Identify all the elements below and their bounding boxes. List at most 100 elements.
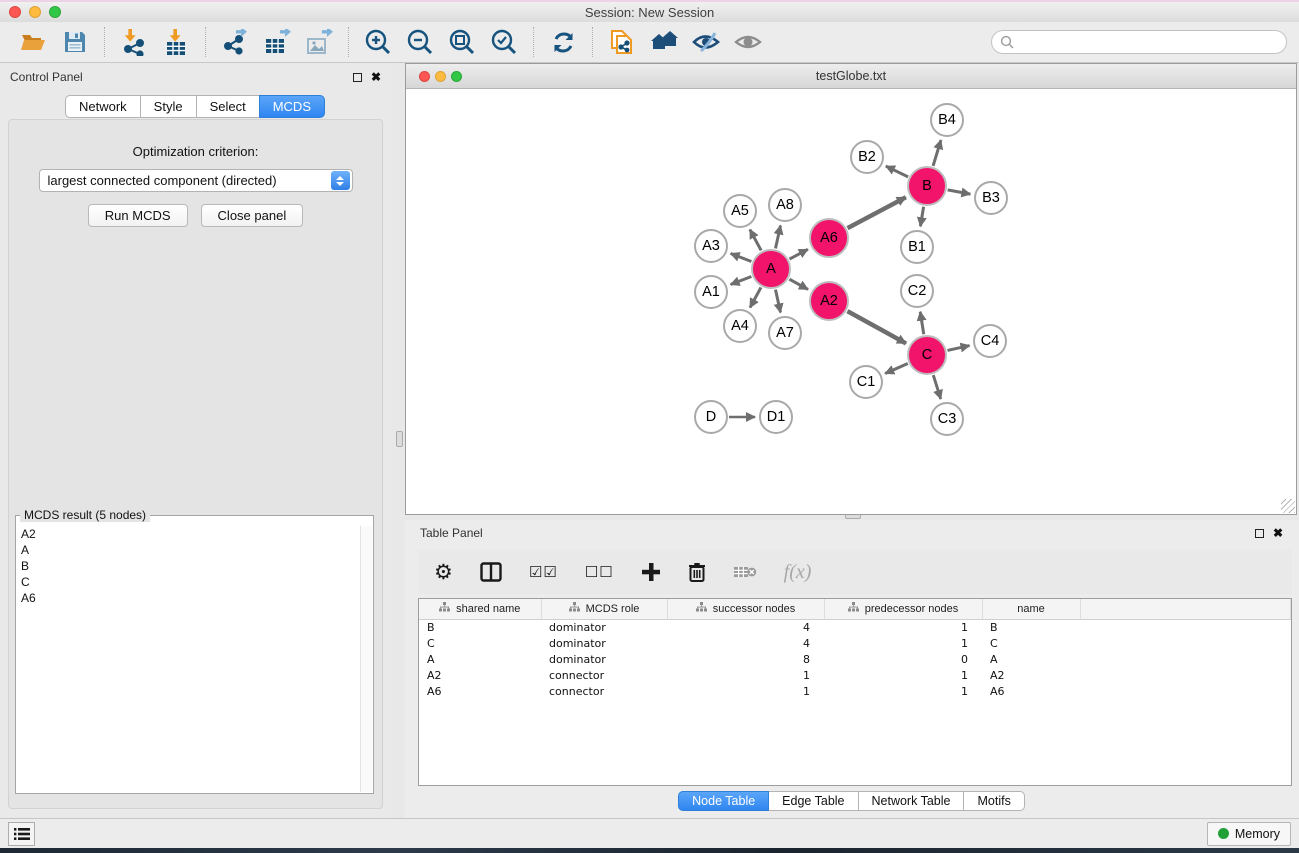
- search-input[interactable]: [1020, 35, 1278, 49]
- export-image-icon[interactable]: [298, 26, 340, 58]
- tab-select[interactable]: Select: [196, 95, 260, 118]
- column-header-name[interactable]: name: [982, 599, 1080, 619]
- tab-network-table[interactable]: Network Table: [858, 791, 965, 811]
- edge-C-C2[interactable]: [920, 312, 924, 335]
- net-close-button[interactable]: [419, 71, 430, 82]
- edge-A-A2[interactable]: [789, 279, 808, 289]
- tab-mcds[interactable]: MCDS: [259, 95, 325, 118]
- zoom-selected-icon[interactable]: [483, 26, 525, 58]
- node-B[interactable]: B: [907, 166, 947, 206]
- table-row[interactable]: A6connector11A6: [419, 683, 1291, 699]
- edge-B-B3[interactable]: [948, 190, 971, 194]
- node-A1[interactable]: A1: [694, 275, 728, 309]
- node-A5[interactable]: A5: [723, 194, 757, 228]
- unselect-all-icon[interactable]: ☐☐: [585, 563, 614, 581]
- vertical-splitter-handle[interactable]: [396, 431, 403, 447]
- task-history-button[interactable]: [8, 822, 35, 846]
- column-icon[interactable]: [480, 562, 502, 582]
- criterion-dropdown[interactable]: largest connected component (directed): [39, 169, 353, 192]
- node-C1[interactable]: C1: [849, 365, 883, 399]
- edge-B-B4[interactable]: [933, 140, 941, 166]
- node-C3[interactable]: C3: [930, 402, 964, 436]
- zoom-in-icon[interactable]: [357, 26, 399, 58]
- mcds-result-item[interactable]: C: [17, 574, 360, 590]
- node-C4[interactable]: C4: [973, 324, 1007, 358]
- eye-icon[interactable]: [727, 26, 769, 58]
- node-B4[interactable]: B4: [930, 103, 964, 137]
- mcds-result-item[interactable]: B: [17, 558, 360, 574]
- node-C[interactable]: C: [907, 335, 947, 375]
- node-A8[interactable]: A8: [768, 188, 802, 222]
- edge-A-A7[interactable]: [775, 290, 780, 313]
- close-panel-icon[interactable]: ✖: [371, 71, 381, 83]
- node-A6[interactable]: A6: [809, 218, 849, 258]
- edge-B-B2[interactable]: [886, 166, 908, 177]
- search-field[interactable]: [991, 30, 1287, 54]
- node-B1[interactable]: B1: [900, 230, 934, 264]
- node-A4[interactable]: A4: [723, 309, 757, 343]
- minimize-window-button[interactable]: [29, 6, 41, 18]
- net-minimize-button[interactable]: [435, 71, 446, 82]
- edge-A-A4[interactable]: [750, 287, 761, 307]
- function-icon[interactable]: f(x): [784, 561, 812, 584]
- node-A7[interactable]: A7: [768, 316, 802, 350]
- edge-A-A5[interactable]: [750, 230, 761, 251]
- select-all-icon[interactable]: ☑☑: [529, 563, 558, 581]
- zoom-window-button[interactable]: [49, 6, 61, 18]
- open-file-icon[interactable]: [12, 26, 54, 58]
- column-header-successor-nodes[interactable]: successor nodes: [667, 599, 824, 619]
- close-window-button[interactable]: [9, 6, 21, 18]
- gear-icon[interactable]: ⚙: [434, 562, 453, 583]
- tab-network[interactable]: Network: [65, 95, 141, 118]
- delete-table-icon[interactable]: [733, 564, 757, 580]
- run-mcds-button[interactable]: Run MCDS: [88, 204, 188, 227]
- refresh-icon[interactable]: [542, 26, 584, 58]
- mcds-result-item[interactable]: A2: [17, 526, 360, 542]
- edge-A6-B[interactable]: [848, 197, 906, 228]
- export-table-icon[interactable]: [256, 26, 298, 58]
- edge-C-C3[interactable]: [933, 375, 940, 399]
- table-row[interactable]: Adominator80A: [419, 651, 1291, 667]
- trash-icon[interactable]: [688, 562, 706, 583]
- edge-B-B1[interactable]: [920, 207, 923, 227]
- table-row[interactable]: A2connector11A2: [419, 667, 1291, 683]
- table-row[interactable]: Cdominator41C: [419, 635, 1291, 651]
- tab-style[interactable]: Style: [140, 95, 197, 118]
- export-network-icon[interactable]: [214, 26, 256, 58]
- mcds-result-list[interactable]: A2ABCA6: [17, 526, 360, 792]
- column-header-MCDS-role[interactable]: MCDS role: [541, 599, 667, 619]
- zoom-fit-icon[interactable]: [441, 26, 483, 58]
- close-table-panel-icon[interactable]: ✖: [1273, 527, 1283, 539]
- network-canvas[interactable]: B4B2BB3A5A8A6A3B1AA1C2A2A4A7C4CC1C3DD1: [406, 89, 1296, 514]
- node-A2[interactable]: A2: [809, 281, 849, 321]
- node-D[interactable]: D: [694, 400, 728, 434]
- home-icon[interactable]: [643, 26, 685, 58]
- edge-C-C4[interactable]: [947, 346, 969, 351]
- float-table-panel-icon[interactable]: [1255, 529, 1264, 538]
- import-network-icon[interactable]: [113, 26, 155, 58]
- save-session-icon[interactable]: [54, 26, 96, 58]
- node-B3[interactable]: B3: [974, 181, 1008, 215]
- edge-A2-C[interactable]: [847, 311, 906, 343]
- column-header-shared-name[interactable]: shared name: [419, 599, 541, 619]
- memory-button[interactable]: Memory: [1207, 822, 1291, 846]
- table-row[interactable]: Bdominator41B: [419, 619, 1291, 635]
- close-panel-button[interactable]: Close panel: [201, 204, 304, 227]
- zoom-out-icon[interactable]: [399, 26, 441, 58]
- tab-node-table[interactable]: Node Table: [678, 791, 769, 811]
- net-zoom-button[interactable]: [451, 71, 462, 82]
- tab-motifs[interactable]: Motifs: [963, 791, 1024, 811]
- edge-C-C1[interactable]: [885, 363, 908, 373]
- import-table-icon[interactable]: [155, 26, 197, 58]
- edge-A-A6[interactable]: [790, 249, 808, 259]
- node-A[interactable]: A: [751, 249, 791, 289]
- window-resize-grip[interactable]: [1281, 499, 1295, 513]
- mcds-result-item[interactable]: A6: [17, 590, 360, 606]
- table-header-row[interactable]: shared nameMCDS rolesuccessor nodesprede…: [419, 599, 1291, 619]
- hide-eye-icon[interactable]: [685, 26, 727, 58]
- copy-network-icon[interactable]: [601, 26, 643, 58]
- add-icon[interactable]: [641, 562, 661, 582]
- tab-edge-table[interactable]: Edge Table: [768, 791, 858, 811]
- edge-A-A3[interactable]: [731, 254, 752, 262]
- node-D1[interactable]: D1: [759, 400, 793, 434]
